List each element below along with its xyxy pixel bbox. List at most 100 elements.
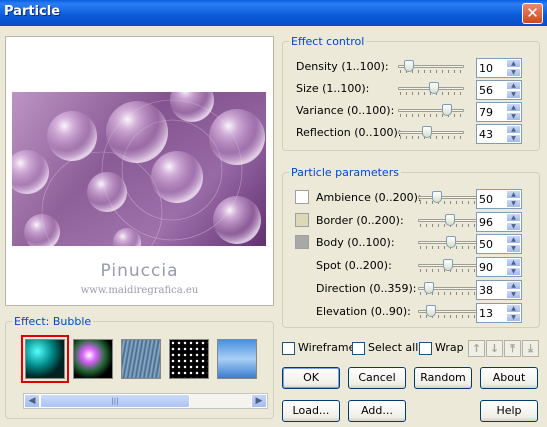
wrap-checkbox[interactable] (419, 342, 432, 355)
spin-down-icon[interactable]: ▼ (506, 134, 521, 143)
slider-thumb[interactable] (404, 60, 414, 72)
bubble-preview-graphic (12, 92, 266, 246)
effect-scrollbar[interactable]: ◀ ||| ▶ (23, 393, 268, 409)
slider-thumb[interactable] (424, 281, 434, 294)
pp-slider-1[interactable] (418, 213, 484, 228)
spinner-value[interactable]: 50 (479, 193, 493, 206)
select-all-checkbox[interactable] (352, 342, 365, 355)
wireframe-checkbox[interactable] (282, 342, 295, 355)
move-bottom-button[interactable]: ⤓ (522, 340, 539, 357)
spinner-value[interactable]: 43 (479, 128, 493, 141)
spinner-value[interactable]: 50 (479, 238, 493, 251)
pp-spinner-1[interactable]: 96 ▲ ▼ (476, 211, 522, 232)
spinner-value[interactable]: 79 (479, 106, 493, 119)
spinner-value[interactable]: 96 (479, 216, 493, 229)
spin-up-icon[interactable]: ▲ (506, 81, 521, 90)
scroll-thumb[interactable]: ||| (40, 394, 190, 408)
slider-thumb[interactable] (426, 304, 436, 317)
spin-up-icon[interactable]: ▲ (506, 190, 521, 199)
spin-down-icon[interactable]: ▼ (506, 221, 521, 231)
spin-up-icon[interactable]: ▲ (506, 125, 521, 134)
slider-track (398, 109, 464, 112)
pp-swatch-2[interactable] (295, 235, 309, 250)
pp-slider-3[interactable] (418, 259, 484, 273)
spin-down-icon[interactable]: ▼ (506, 90, 521, 99)
window-title: Particle (4, 4, 61, 19)
ec-slider-1[interactable] (398, 82, 464, 96)
spin-down-icon[interactable]: ▼ (506, 312, 521, 322)
scroll-right-button[interactable]: ▶ (251, 394, 267, 408)
load-button[interactable]: Load... (282, 400, 340, 422)
spin-up-icon[interactable]: ▲ (506, 303, 521, 313)
ok-button[interactable]: OK (282, 367, 340, 389)
spin-down-icon[interactable]: ▼ (506, 244, 521, 254)
slider-thumb[interactable] (442, 104, 452, 116)
spin-up-icon[interactable]: ▲ (506, 258, 521, 268)
slider-thumb[interactable] (422, 126, 432, 138)
move-up-button[interactable]: ↑ (468, 340, 485, 357)
spinner-arrows: ▲ ▼ (506, 280, 521, 299)
pp-spinner-0[interactable]: 50 ▲ ▼ (476, 189, 522, 209)
spin-down-icon[interactable]: ▼ (506, 199, 521, 208)
rain-effect-thumbnail[interactable] (121, 339, 161, 379)
spin-up-icon[interactable]: ▲ (506, 212, 521, 222)
spin-up-icon[interactable]: ▲ (506, 103, 521, 112)
pp-slider-5[interactable] (418, 304, 484, 319)
pp-label-5: Elevation (0..90): (316, 304, 411, 318)
ec-label-2: Variance (0..100): (296, 104, 395, 117)
ec-slider-3[interactable] (398, 126, 464, 140)
add-button[interactable]: Add... (348, 400, 406, 422)
slider-thumb[interactable] (443, 259, 453, 272)
slider-thumb[interactable] (432, 191, 442, 203)
scroll-left-button[interactable]: ◀ (24, 394, 40, 408)
ec-spinner-3[interactable]: 43 ▲ ▼ (476, 124, 522, 144)
spinner-arrows: ▲ ▼ (506, 81, 521, 99)
wireframe-label: Wireframe (298, 341, 356, 354)
pp-swatch-1[interactable] (295, 212, 309, 227)
ec-slider-0[interactable] (398, 60, 464, 74)
ec-slider-2[interactable] (398, 104, 464, 118)
pp-swatch-0[interactable] (295, 190, 309, 204)
spin-down-icon[interactable]: ▼ (506, 289, 521, 299)
sparkle-effect-thumbnail[interactable] (73, 339, 113, 379)
spin-down-icon[interactable]: ▼ (506, 68, 521, 77)
help-button[interactable]: Help (480, 400, 538, 422)
about-button[interactable]: About (480, 367, 538, 389)
slider-ticks (420, 201, 482, 204)
cloud-effect-thumbnail[interactable] (217, 339, 257, 379)
spinner-arrows: ▲ ▼ (506, 235, 521, 254)
pp-spinner-2[interactable]: 50 ▲ ▼ (476, 234, 522, 255)
spinner-value[interactable]: 90 (479, 261, 493, 274)
random-button[interactable]: Random (414, 367, 472, 389)
spinner-value[interactable]: 38 (479, 284, 493, 297)
close-button[interactable]: ✕ (522, 3, 543, 24)
spin-up-icon[interactable]: ▲ (506, 59, 521, 68)
snow-effect-thumbnail[interactable] (169, 339, 209, 379)
pp-spinner-3[interactable]: 90 ▲ ▼ (476, 257, 522, 278)
spin-up-icon[interactable]: ▲ (506, 235, 521, 245)
spinner-value[interactable]: 13 (479, 307, 493, 320)
slider-thumb[interactable] (445, 213, 455, 226)
ec-label-0: Density (1..100): (296, 60, 389, 73)
pp-slider-4[interactable] (418, 281, 484, 296)
spin-down-icon[interactable]: ▼ (506, 267, 521, 277)
cancel-button[interactable]: Cancel (348, 367, 406, 389)
title-bar: Particle ✕ (0, 0, 547, 26)
spin-up-icon[interactable]: ▲ (506, 280, 521, 290)
spin-down-icon[interactable]: ▼ (506, 112, 521, 121)
ec-spinner-0[interactable]: 10 ▲ ▼ (476, 58, 522, 78)
bubble-effect-thumbnail[interactable] (25, 339, 65, 379)
spinner-value[interactable]: 56 (479, 84, 493, 97)
ec-spinner-2[interactable]: 79 ▲ ▼ (476, 102, 522, 122)
wrap-label: Wrap (435, 341, 464, 354)
pp-slider-2[interactable] (418, 236, 484, 250)
spinner-arrows: ▲ ▼ (506, 190, 521, 208)
pp-spinner-5[interactable]: 13 ▲ ▼ (476, 302, 522, 323)
spinner-value[interactable]: 10 (479, 62, 493, 75)
ec-spinner-1[interactable]: 56 ▲ ▼ (476, 80, 522, 100)
move-down-button[interactable]: ↓ (486, 340, 503, 357)
pp-spinner-4[interactable]: 38 ▲ ▼ (476, 279, 522, 300)
slider-thumb[interactable] (429, 82, 439, 94)
pp-slider-0[interactable] (418, 191, 484, 205)
move-top-button[interactable]: ⤒ (504, 340, 521, 357)
